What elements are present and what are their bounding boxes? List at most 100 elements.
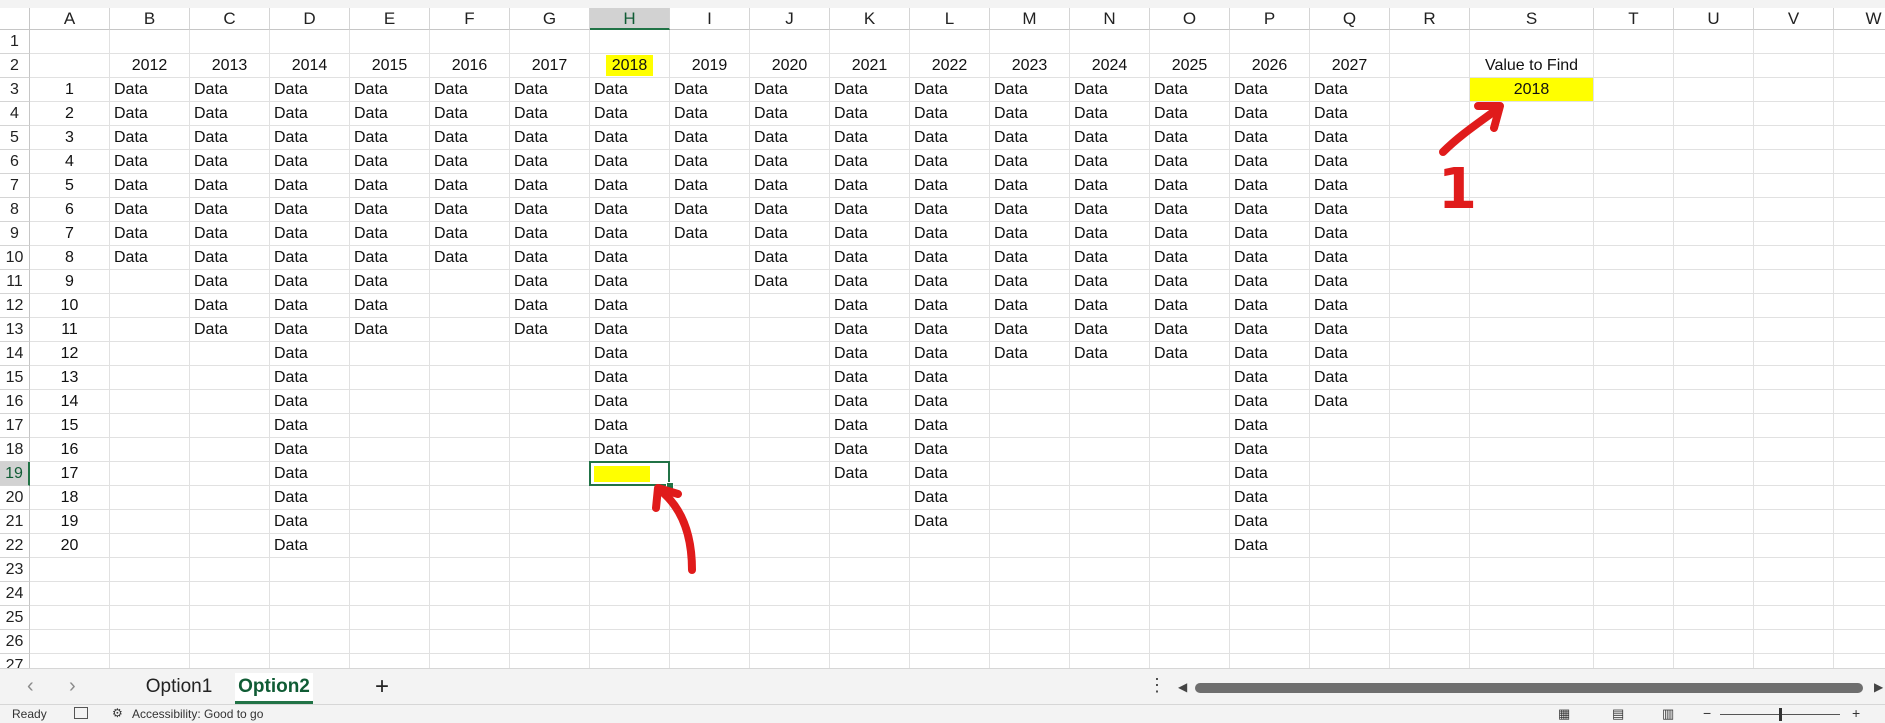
cell-k27[interactable] (830, 654, 910, 668)
cell-e16[interactable] (350, 390, 430, 414)
data-cell[interactable]: Data (270, 102, 350, 126)
cell-w14[interactable] (1834, 342, 1885, 366)
cell-f13[interactable] (430, 318, 510, 342)
cell-n27[interactable] (1070, 654, 1150, 668)
data-cell[interactable]: Data (270, 462, 350, 486)
cell-r2[interactable] (1390, 54, 1470, 78)
index-cell[interactable]: 1 (30, 78, 110, 102)
scroll-right-icon[interactable]: ▶ (1874, 680, 1883, 694)
cell-g17[interactable] (510, 414, 590, 438)
cell-n1[interactable] (1070, 30, 1150, 54)
data-cell[interactable]: Data (510, 150, 590, 174)
cell-d24[interactable] (270, 582, 350, 606)
cell-u23[interactable] (1674, 558, 1754, 582)
data-cell[interactable]: Data (990, 174, 1070, 198)
data-cell[interactable]: Data (110, 78, 190, 102)
cell-r23[interactable] (1390, 558, 1470, 582)
accessibility-icon[interactable]: ⚙ (112, 706, 123, 720)
cell-w22[interactable] (1834, 534, 1885, 558)
cell-r12[interactable] (1390, 294, 1470, 318)
data-cell[interactable]: Data (910, 462, 990, 486)
cell-i15[interactable] (670, 366, 750, 390)
year-header-cell[interactable]: 2019 (670, 54, 750, 78)
year-header-cell[interactable]: 2018 (590, 54, 670, 78)
cell-c25[interactable] (190, 606, 270, 630)
cell-c18[interactable] (190, 438, 270, 462)
column-header-n[interactable]: N (1070, 8, 1150, 30)
column-header-v[interactable]: V (1754, 8, 1834, 30)
cell-u10[interactable] (1674, 246, 1754, 270)
data-cell[interactable]: Data (350, 78, 430, 102)
cell-w5[interactable] (1834, 126, 1885, 150)
year-header-cell[interactable]: 2027 (1310, 54, 1390, 78)
cell-s18[interactable] (1470, 438, 1594, 462)
data-cell[interactable]: Data (270, 414, 350, 438)
data-cell[interactable]: Data (990, 102, 1070, 126)
column-header-d[interactable]: D (270, 8, 350, 30)
data-cell[interactable]: Data (910, 102, 990, 126)
row-header-19[interactable]: 19 (0, 462, 30, 486)
index-cell[interactable]: 19 (30, 510, 110, 534)
cell-s1[interactable] (1470, 30, 1594, 54)
cell-e23[interactable] (350, 558, 430, 582)
data-cell[interactable]: Data (1310, 150, 1390, 174)
data-cell[interactable]: Data (910, 174, 990, 198)
cell-c15[interactable] (190, 366, 270, 390)
data-cell[interactable]: Data (270, 510, 350, 534)
cell-v17[interactable] (1754, 414, 1834, 438)
fill-handle[interactable] (666, 482, 674, 490)
data-cell[interactable]: Data (670, 126, 750, 150)
data-cell[interactable]: Data (1230, 462, 1310, 486)
cell-n24[interactable] (1070, 582, 1150, 606)
data-cell[interactable]: Data (510, 318, 590, 342)
data-cell[interactable]: Data (830, 150, 910, 174)
data-cell[interactable]: Data (350, 198, 430, 222)
data-cell[interactable]: Data (990, 294, 1070, 318)
data-cell[interactable]: Data (750, 126, 830, 150)
data-cell[interactable]: Data (1150, 198, 1230, 222)
cell-p24[interactable] (1230, 582, 1310, 606)
cell-o27[interactable] (1150, 654, 1230, 668)
data-cell[interactable]: Data (1070, 246, 1150, 270)
cell-j1[interactable] (750, 30, 830, 54)
cell-t5[interactable] (1594, 126, 1674, 150)
column-header-m[interactable]: M (990, 8, 1070, 30)
cell-v3[interactable] (1754, 78, 1834, 102)
year-header-cell[interactable]: 2013 (190, 54, 270, 78)
cell-l1[interactable] (910, 30, 990, 54)
data-cell[interactable]: Data (1070, 342, 1150, 366)
cell-g20[interactable] (510, 486, 590, 510)
data-cell[interactable]: Data (990, 246, 1070, 270)
data-cell[interactable]: Data (1310, 78, 1390, 102)
row-header-15[interactable]: 15 (0, 366, 30, 390)
column-header-h[interactable]: H (590, 8, 670, 30)
data-cell[interactable]: Data (1230, 198, 1310, 222)
data-cell[interactable]: Data (910, 318, 990, 342)
cell-t9[interactable] (1594, 222, 1674, 246)
data-cell[interactable]: Data (1310, 270, 1390, 294)
data-cell[interactable]: Data (270, 438, 350, 462)
data-cell[interactable]: Data (990, 78, 1070, 102)
cell-u3[interactable] (1674, 78, 1754, 102)
data-cell[interactable]: Data (270, 222, 350, 246)
data-cell[interactable]: Data (110, 102, 190, 126)
data-cell[interactable]: Data (350, 126, 430, 150)
cell-i25[interactable] (670, 606, 750, 630)
data-cell[interactable]: Data (910, 486, 990, 510)
data-cell[interactable]: Data (430, 198, 510, 222)
cell-a26[interactable] (30, 630, 110, 654)
cell-w15[interactable] (1834, 366, 1885, 390)
data-cell[interactable]: Data (1070, 78, 1150, 102)
cell-r22[interactable] (1390, 534, 1470, 558)
data-cell[interactable]: Data (910, 510, 990, 534)
cell-s4[interactable] (1470, 102, 1594, 126)
cell-r8[interactable] (1390, 198, 1470, 222)
data-cell[interactable]: Data (590, 390, 670, 414)
data-cell[interactable]: Data (510, 102, 590, 126)
cell-u11[interactable] (1674, 270, 1754, 294)
cell-w27[interactable] (1834, 654, 1885, 668)
cell-c14[interactable] (190, 342, 270, 366)
data-cell[interactable]: Data (1310, 174, 1390, 198)
data-cell[interactable]: Data (990, 318, 1070, 342)
cell-i26[interactable] (670, 630, 750, 654)
